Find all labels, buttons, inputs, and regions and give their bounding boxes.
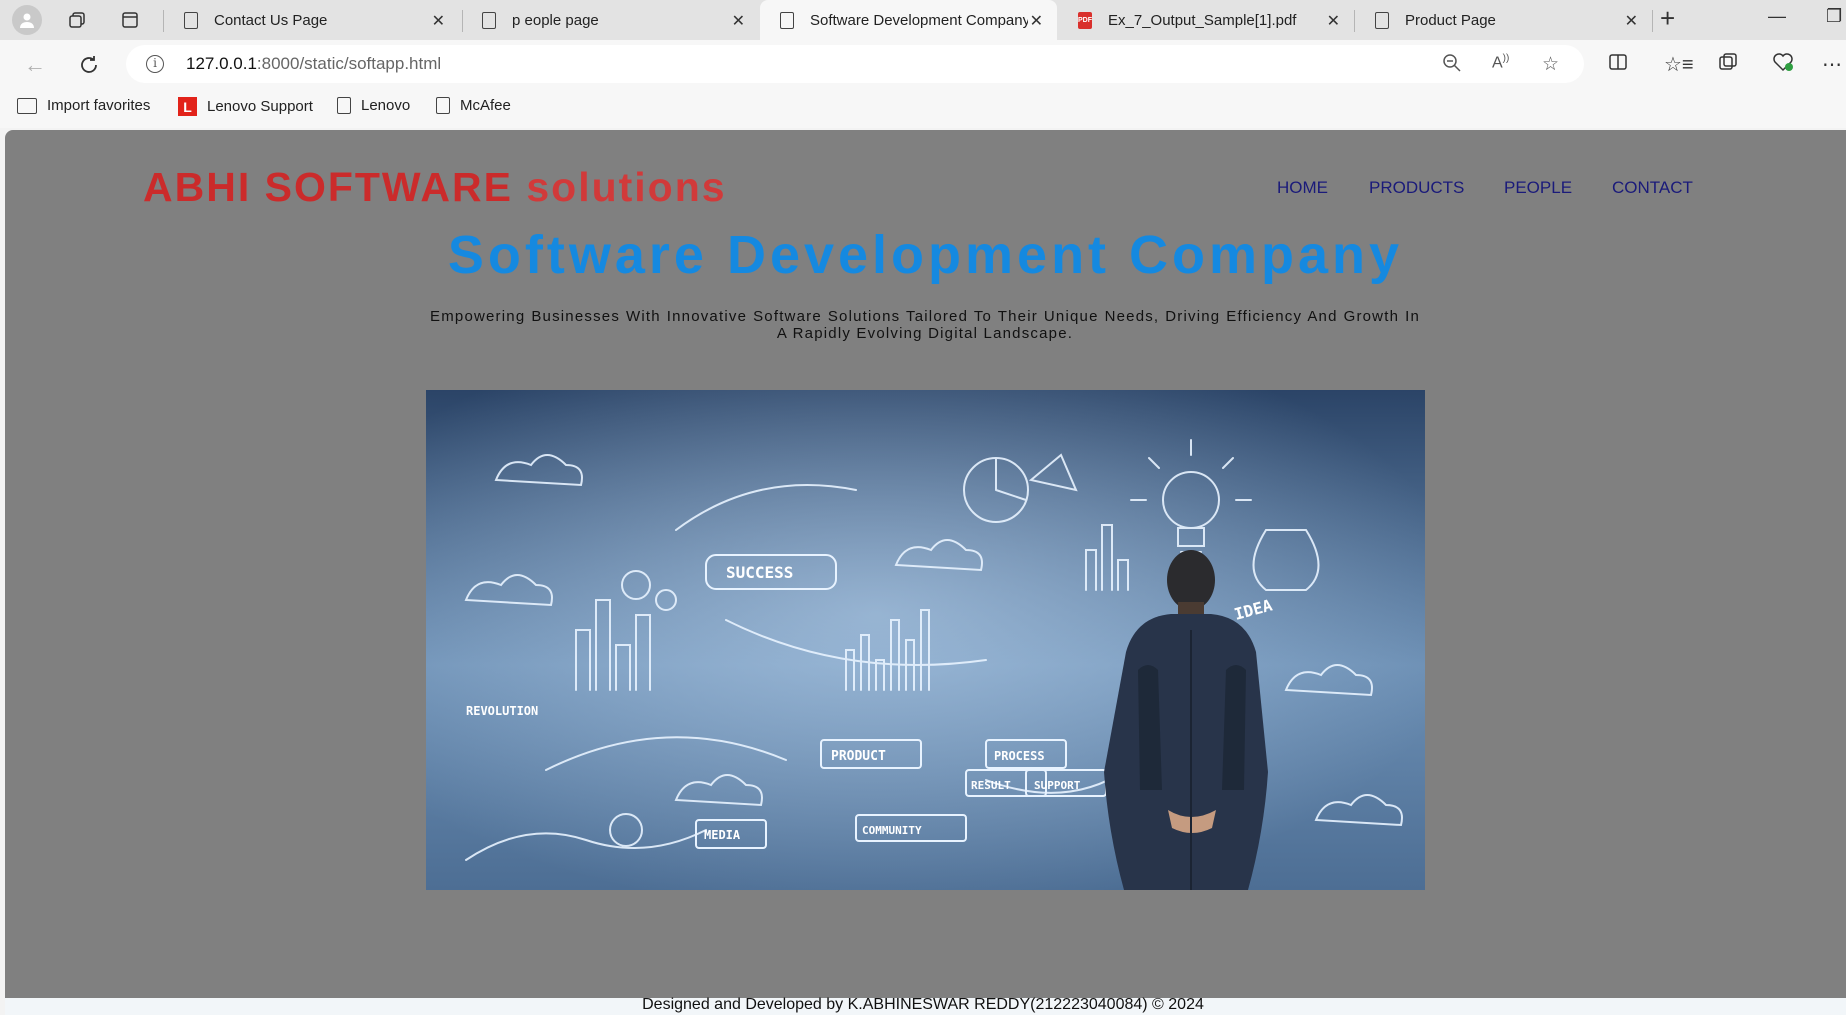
lenovo-logo-icon: L <box>178 97 197 116</box>
favorite-import[interactable]: Import favorites <box>17 97 150 114</box>
profile-icon <box>12 5 42 35</box>
hero-image: SUCCESS IDEA PRODUCT PROCESS MEDIA COMMU… <box>426 390 1425 890</box>
url-path: :8000/static/softapp.html <box>256 54 442 73</box>
favorite-lenovo[interactable]: Lenovo <box>337 97 410 114</box>
nav-contact[interactable]: CONTACT <box>1612 178 1693 198</box>
hero-image-text: COMMUNITY <box>862 824 922 837</box>
minimize-icon[interactable]: — <box>1768 6 1786 27</box>
hero-image-text: REVOLUTION <box>466 704 538 718</box>
profile-button[interactable] <box>10 4 44 36</box>
tab-separator <box>1652 10 1653 32</box>
tab-people[interactable]: p eople page ✕ <box>462 0 759 40</box>
tab-strip: Contact Us Page ✕ p eople page ✕ Softwar… <box>0 0 1846 40</box>
tab-title: Contact Us Page <box>214 11 328 29</box>
url-host: 127.0.0.1 <box>186 54 257 73</box>
new-tab-button[interactable]: + <box>1660 3 1675 34</box>
tab-contact-us[interactable]: Contact Us Page ✕ <box>164 0 459 40</box>
nav-home[interactable]: HOME <box>1277 178 1328 198</box>
close-icon[interactable]: ✕ <box>732 11 745 31</box>
browser-toolbar: ← i 127.0.0.1:8000/static/softapp.html A… <box>0 40 1846 88</box>
hero-image-text: SUPPORT <box>1034 779 1081 792</box>
tab-title: Ex_7_Output_Sample[1].pdf <box>1108 11 1297 29</box>
collections-icon[interactable] <box>1718 52 1738 78</box>
favorite-label: Lenovo <box>361 97 411 114</box>
tab-title: p eople page <box>512 11 599 29</box>
close-icon[interactable]: ✕ <box>1327 11 1340 31</box>
page-icon <box>436 97 450 114</box>
tab-software-development[interactable]: Software Development Company ✕ <box>760 0 1057 40</box>
workspaces-icon[interactable] <box>60 4 94 36</box>
favorite-label: Import favorites <box>47 97 151 114</box>
hero-title: Software Development Company <box>447 225 1404 285</box>
close-icon[interactable]: ✕ <box>1030 11 1043 31</box>
reload-icon[interactable] <box>74 50 104 80</box>
browser-essentials-icon[interactable] <box>1772 52 1794 78</box>
hero-image-text: SUCCESS <box>726 563 793 582</box>
page-icon <box>337 97 351 114</box>
favorite-star-icon[interactable]: ☆ <box>1542 53 1559 76</box>
nav-people[interactable]: PEOPLE <box>1504 178 1572 198</box>
hero-image-text: PROCESS <box>994 749 1045 763</box>
brand-name: ABHI SOFTWARE <box>143 164 513 210</box>
page-icon <box>184 11 198 29</box>
favorites-bar: Import favorites L Lenovo Support Lenovo… <box>0 88 1846 128</box>
brand-logo: ABHI SOFTWARE solutions <box>143 164 727 211</box>
favorite-label: McAfee <box>460 97 511 114</box>
hero-image-text: RESULT <box>971 779 1011 792</box>
pdf-icon: PDF <box>1078 11 1092 29</box>
address-bar[interactable]: i 127.0.0.1:8000/static/softapp.html A))… <box>126 45 1584 83</box>
page-icon <box>482 11 496 29</box>
page-viewport: ABHI SOFTWARE solutions HOME PRODUCTS PE… <box>5 130 1846 998</box>
split-screen-icon[interactable] <box>1608 52 1628 78</box>
tab-title: Software Development Company <box>810 11 1028 29</box>
more-options-icon[interactable]: ⋯ <box>1822 52 1842 77</box>
favorite-lenovo-support[interactable]: L Lenovo Support <box>178 97 313 116</box>
footer-credits: Designed and Developed by K.ABHINESWAR R… <box>642 996 1204 1013</box>
restore-icon[interactable]: ❐ <box>1826 6 1842 27</box>
hero-subtitle: Empowering Businesses With Innovative So… <box>430 308 1420 342</box>
site-info-icon[interactable]: i <box>146 55 164 73</box>
brand-suffix: solutions <box>526 164 727 210</box>
page-icon <box>1375 11 1389 29</box>
back-arrow-icon[interactable]: ← <box>20 50 50 80</box>
url-text[interactable]: 127.0.0.1:8000/static/softapp.html <box>186 54 441 74</box>
favorite-label: Lenovo Support <box>207 98 313 115</box>
favorite-mcafee[interactable]: McAfee <box>436 97 511 114</box>
hero-image-text: PRODUCT <box>831 749 886 764</box>
tab-title: Product Page <box>1405 11 1496 29</box>
tab-pdf[interactable]: PDF Ex_7_Output_Sample[1].pdf ✕ <box>1058 0 1354 40</box>
zoom-out-icon[interactable] <box>1442 53 1462 79</box>
page-icon <box>780 11 794 29</box>
hero-image-text: MEDIA <box>704 828 741 842</box>
tab-product[interactable]: Product Page ✕ <box>1355 0 1652 40</box>
vertical-tabs-icon[interactable] <box>113 4 147 36</box>
read-aloud-icon[interactable]: A)) <box>1492 53 1509 72</box>
favorites-icon[interactable]: ☆≡ <box>1664 52 1694 77</box>
close-icon[interactable]: ✕ <box>1625 11 1638 31</box>
close-icon[interactable]: ✕ <box>432 11 445 31</box>
import-favorites-icon <box>17 97 37 114</box>
nav-products[interactable]: PRODUCTS <box>1369 178 1464 198</box>
